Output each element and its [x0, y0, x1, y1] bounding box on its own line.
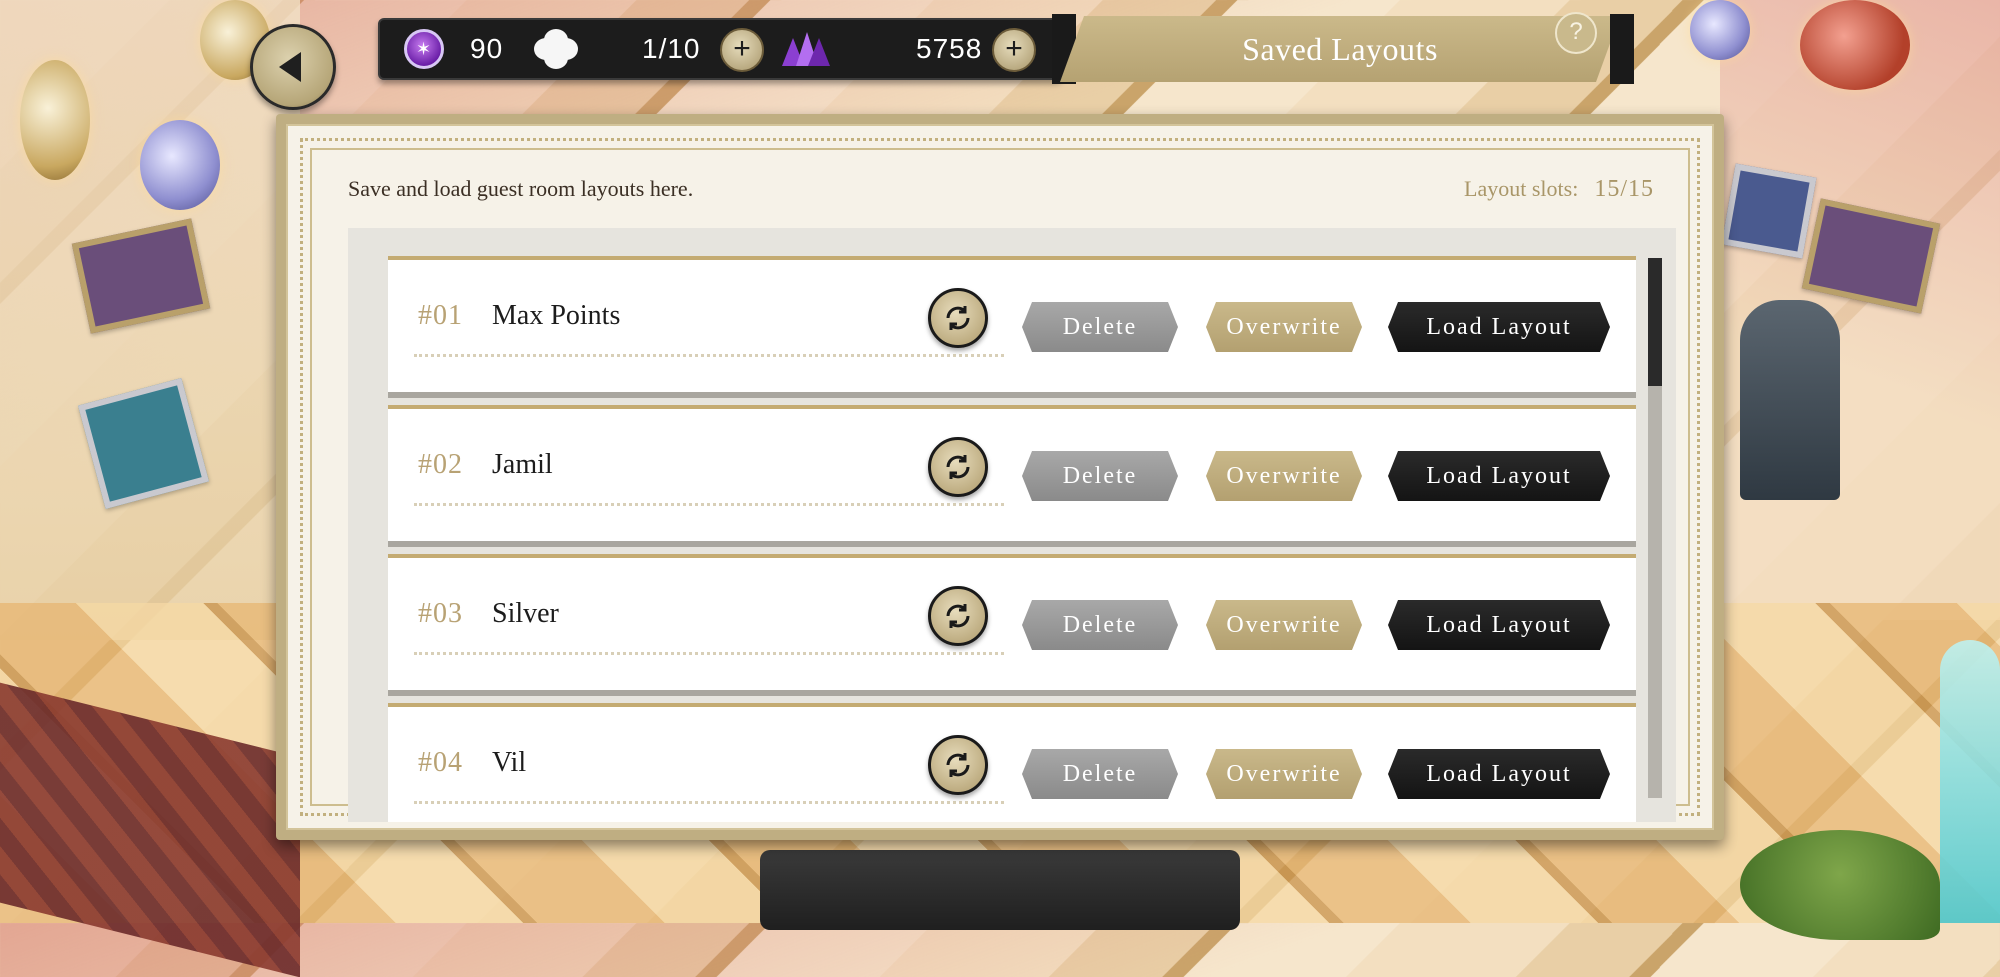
- layout-row: #01 Max Points Delete Overwrite Load Lay…: [388, 256, 1636, 398]
- resource-bar: ✶ 90 1/10 + 5758 +: [378, 18, 1062, 80]
- layout-slots: Layout slots: 15/15: [1464, 176, 1654, 203]
- hanging-lamp: [1690, 0, 1750, 60]
- delete-button[interactable]: Delete: [1022, 451, 1178, 501]
- name-underline: [414, 652, 1004, 655]
- plant: [1740, 830, 1940, 940]
- decor-pile: [760, 850, 1240, 930]
- rename-button[interactable]: [928, 735, 988, 795]
- delete-button[interactable]: Delete: [1022, 302, 1178, 352]
- layout-row: #03 Silver Delete Overwrite Load Layout: [388, 554, 1636, 696]
- load-layout-button[interactable]: Load Layout: [1388, 749, 1610, 799]
- rename-button[interactable]: [928, 288, 988, 348]
- load-layout-button[interactable]: Load Layout: [1388, 600, 1610, 650]
- layout-row: #02 Jamil Delete Overwrite Load Layout: [388, 405, 1636, 547]
- saved-layouts-panel: Save and load guest room layouts here. L…: [276, 114, 1724, 840]
- rename-button[interactable]: [928, 437, 988, 497]
- layout-number: #02: [418, 449, 463, 480]
- refresh-icon: [946, 604, 970, 628]
- layout-slots-label: Layout slots:: [1464, 176, 1579, 201]
- delete-button[interactable]: Delete: [1022, 749, 1178, 799]
- flower-counter: [540, 20, 572, 78]
- refresh-icon: [946, 455, 970, 479]
- flower-value-wrap: 1/10: [642, 20, 701, 78]
- overwrite-button[interactable]: Overwrite: [1206, 600, 1362, 650]
- title-banner: Saved Layouts: [1060, 16, 1620, 82]
- hanging-lamp: [1800, 0, 1910, 90]
- add-flower-button[interactable]: +: [720, 28, 764, 72]
- crystal-value-wrap: 5758: [916, 20, 982, 78]
- flower-icon: [540, 34, 572, 64]
- fountain: [1940, 640, 2000, 923]
- refresh-icon: [946, 753, 970, 777]
- load-layout-button[interactable]: Load Layout: [1388, 451, 1610, 501]
- flower-value: 1/10: [642, 33, 701, 64]
- statue: [1740, 300, 1840, 500]
- hanging-lamp: [140, 120, 220, 210]
- scrollbar-thumb[interactable]: [1648, 258, 1662, 386]
- layout-name: Max Points: [492, 300, 621, 331]
- panel-subtitle: Save and load guest room layouts here.: [348, 176, 694, 201]
- page-title: Saved Layouts: [1242, 30, 1438, 67]
- load-layout-button[interactable]: Load Layout: [1388, 302, 1610, 352]
- layout-name: Jamil: [492, 449, 553, 480]
- gem-icon: ✶: [404, 29, 444, 69]
- gem-value: 90: [470, 33, 504, 64]
- panel-inner: Save and load guest room layouts here. L…: [286, 124, 1714, 830]
- delete-button[interactable]: Delete: [1022, 600, 1178, 650]
- banner-stripe-right: [1610, 14, 1634, 84]
- layout-slots-value: 15/15: [1594, 176, 1654, 202]
- refresh-icon: [946, 306, 970, 330]
- name-underline: [414, 503, 1004, 506]
- crystal-counter: [782, 20, 830, 78]
- crystal-icon: [782, 32, 830, 66]
- name-underline: [414, 801, 1004, 804]
- overwrite-button[interactable]: Overwrite: [1206, 302, 1362, 352]
- layout-number: #04: [418, 747, 463, 778]
- name-underline: [414, 354, 1004, 357]
- rename-button[interactable]: [928, 586, 988, 646]
- hanging-lamp: [20, 60, 90, 180]
- layout-name: Vil: [492, 747, 527, 778]
- crystal-value: 5758: [916, 33, 983, 64]
- overwrite-button[interactable]: Overwrite: [1206, 749, 1362, 799]
- gem-counter: ✶ 90: [404, 20, 503, 78]
- scrollbar-track[interactable]: [1648, 258, 1662, 798]
- wall-painting: [1721, 163, 1817, 259]
- help-button[interactable]: ?: [1555, 12, 1597, 54]
- layout-list[interactable]: #01 Max Points Delete Overwrite Load Lay…: [348, 228, 1676, 822]
- add-crystal-button[interactable]: +: [992, 28, 1036, 72]
- layout-row: #04 Vil Delete Overwrite Load Layout: [388, 703, 1636, 822]
- back-arrow-icon: [279, 52, 301, 82]
- overwrite-button[interactable]: Overwrite: [1206, 451, 1362, 501]
- back-button[interactable]: [250, 24, 336, 110]
- layout-number: #03: [418, 598, 463, 629]
- layout-number: #01: [418, 300, 463, 331]
- layout-name: Silver: [492, 598, 559, 629]
